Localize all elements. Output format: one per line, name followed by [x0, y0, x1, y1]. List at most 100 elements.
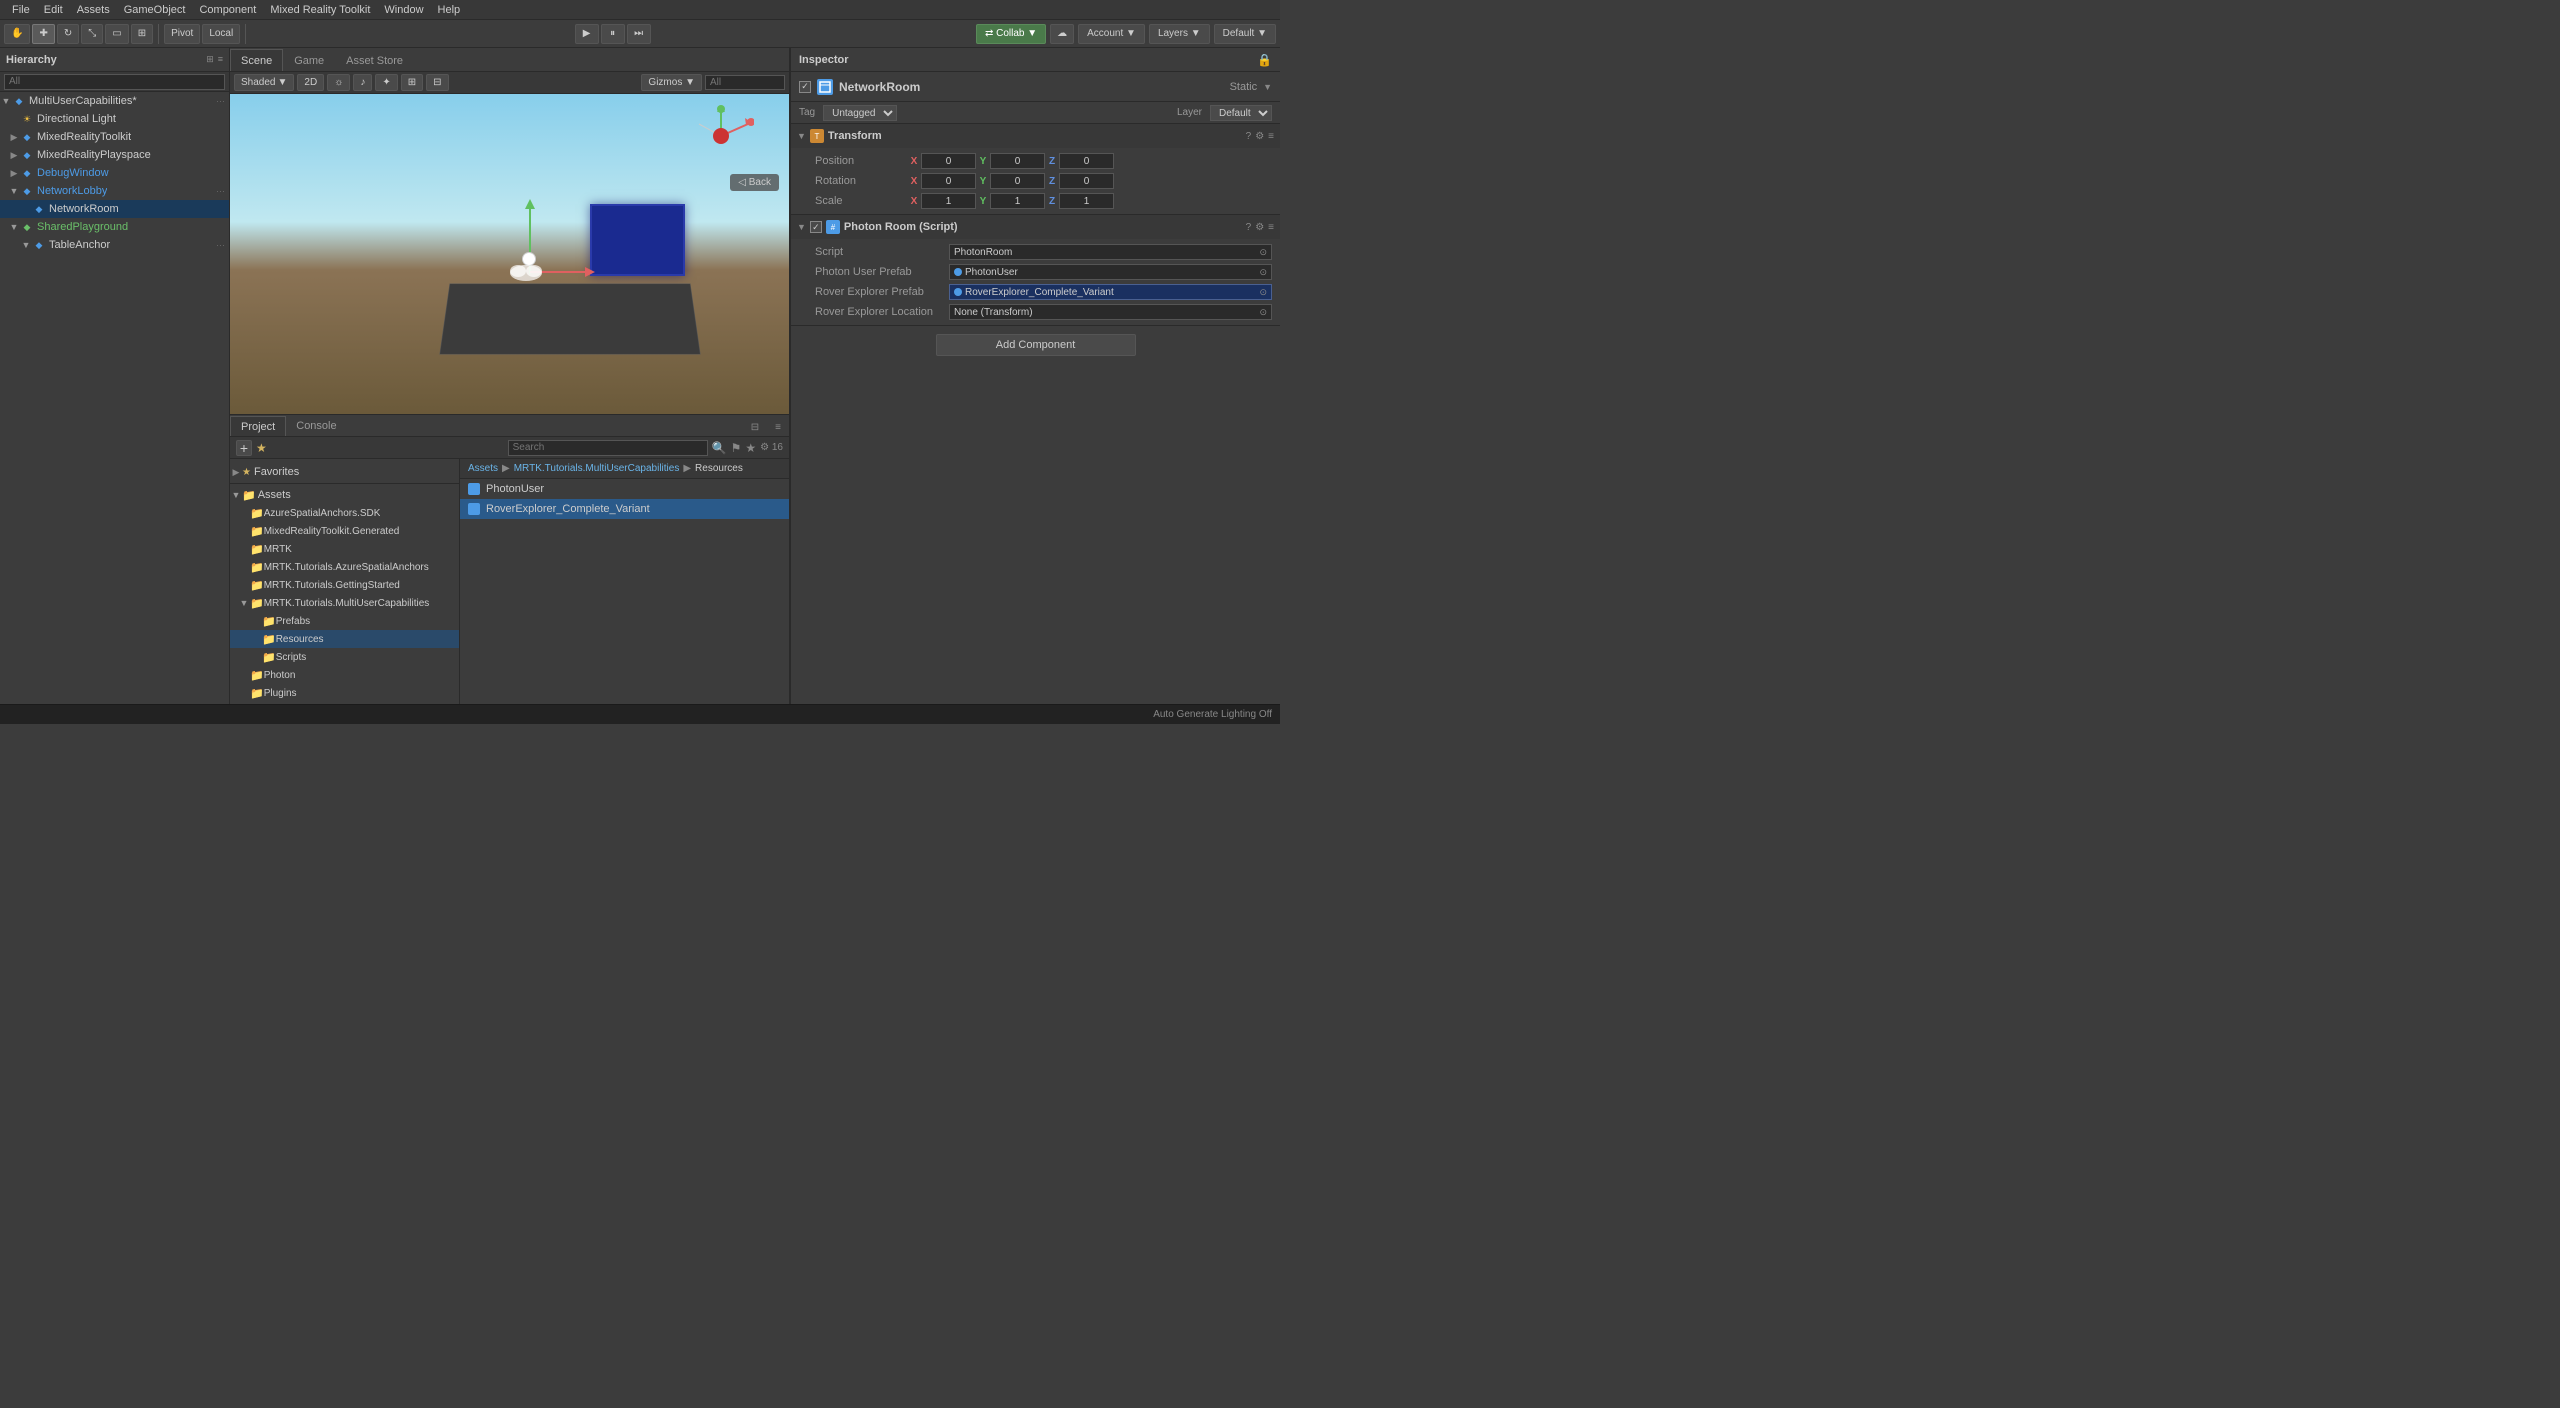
more-icon[interactable]: ⋯: [216, 240, 229, 251]
assets-root[interactable]: ▼ 📁 Assets: [230, 486, 459, 504]
hierarchy-item-tableanchor[interactable]: ▼ ◆ TableAnchor ⋯: [0, 236, 229, 254]
tab-scene[interactable]: Scene: [230, 49, 283, 71]
play-btn[interactable]: ▶: [575, 24, 599, 44]
tree-item-azure[interactable]: 📁 AzureSpatialAnchors.SDK: [230, 504, 459, 522]
menu-component[interactable]: Component: [193, 0, 262, 20]
add-btn[interactable]: +: [236, 440, 252, 456]
rover-location-field[interactable]: None (Transform) ⊙: [949, 304, 1272, 320]
rot-z-input[interactable]: [1059, 173, 1114, 189]
rot-x-input[interactable]: [921, 173, 976, 189]
menu-mrtk[interactable]: Mixed Reality Toolkit: [264, 0, 376, 20]
script-arrow[interactable]: ⊙: [1259, 267, 1267, 278]
scale-z-input[interactable]: [1059, 193, 1114, 209]
rot-y-input[interactable]: [990, 173, 1045, 189]
layers-btn[interactable]: Layers ▼: [1149, 24, 1210, 44]
tab-game[interactable]: Game: [283, 49, 335, 71]
2d-btn[interactable]: 2D: [297, 74, 324, 91]
help-icon[interactable]: ?: [1246, 131, 1252, 142]
pos-y-input[interactable]: [990, 153, 1045, 169]
hierarchy-item-networkroom[interactable]: ◆ NetworkRoom: [0, 200, 229, 218]
tab-assetstore[interactable]: Asset Store: [335, 49, 414, 71]
menu-assets[interactable]: Assets: [71, 0, 116, 20]
hierarchy-item-mrtk[interactable]: ▶ ◆ MixedRealityToolkit: [0, 128, 229, 146]
hierarchy-lock-icon[interactable]: ⊞: [206, 54, 214, 65]
photon-room-header[interactable]: ▼ ✓ # Photon Room (Script) ? ⚙ ≡: [791, 215, 1280, 239]
hierarchy-item-networklobby[interactable]: ▼ ◆ NetworkLobby ⋯: [0, 182, 229, 200]
hierarchy-item-multiuser[interactable]: ▼ ◆ MultiUserCapabilities* ⋯: [0, 92, 229, 110]
static-dropdown[interactable]: ▼: [1263, 82, 1272, 92]
step-btn[interactable]: ⏭: [627, 24, 651, 44]
script-field-value[interactable]: PhotonRoom ⊙: [949, 244, 1272, 260]
tab-project[interactable]: Project: [230, 416, 286, 436]
layer-select[interactable]: Default: [1210, 105, 1272, 121]
scale-y-input[interactable]: [990, 193, 1045, 209]
tree-item-mrtk-azure[interactable]: 📁 MRTK.Tutorials.AzureSpatialAnchors: [230, 558, 459, 576]
layout-btn[interactable]: Default ▼: [1214, 24, 1276, 44]
pivot-btn[interactable]: Pivot: [164, 24, 200, 44]
local-btn[interactable]: Local: [202, 24, 240, 44]
tool-move-btn[interactable]: ✚: [32, 24, 54, 44]
rover-prefab-field[interactable]: RoverExplorer_Complete_Variant ⊙: [949, 284, 1272, 300]
tree-item-prefabs[interactable]: 📁 Prefabs: [230, 612, 459, 630]
resource-item-photon[interactable]: PhotonUser: [460, 479, 789, 499]
collab-btn[interactable]: ⇄ Collab ▼: [976, 24, 1046, 44]
hierarchy-more-icon[interactable]: ≡: [218, 54, 223, 65]
more-icon[interactable]: ⋯: [216, 186, 229, 197]
cloud-btn[interactable]: ☁: [1050, 24, 1074, 44]
menu-help[interactable]: Help: [432, 0, 467, 20]
scene-back-btn[interactable]: ◁ Back: [730, 174, 779, 191]
more-icon[interactable]: ⋯: [216, 96, 229, 107]
photon-user-field[interactable]: PhotonUser ⊙: [949, 264, 1272, 280]
tree-item-mrtk[interactable]: 📁 MRTK: [230, 540, 459, 558]
tool-transform-btn[interactable]: ⊞: [131, 24, 153, 44]
favorites-item[interactable]: ▶ ★ Favorites: [230, 463, 459, 481]
menu-window[interactable]: Window: [378, 0, 429, 20]
lighting-btn[interactable]: ☼: [327, 74, 350, 91]
account-btn[interactable]: Account ▼: [1078, 24, 1145, 44]
minimize-btn[interactable]: ⊟: [743, 419, 767, 436]
more-btn[interactable]: ≡: [767, 419, 789, 436]
more-icon[interactable]: ≡: [1268, 131, 1274, 142]
more-icon[interactable]: ≡: [1268, 222, 1274, 233]
script-arrow[interactable]: ⊙: [1259, 287, 1267, 298]
shade-mode-btn[interactable]: Shaded ▼: [234, 74, 294, 91]
pos-x-input[interactable]: [921, 153, 976, 169]
settings-icon[interactable]: ⚙: [1255, 131, 1264, 142]
tool-rotate-btn[interactable]: ↻: [57, 24, 79, 44]
tree-item-scripts[interactable]: 📁 Scripts: [230, 648, 459, 666]
tool-scale-btn[interactable]: ⤡: [81, 24, 103, 44]
star-filter-icon[interactable]: ★: [745, 441, 756, 455]
settings-icon[interactable]: ⚙: [1255, 222, 1264, 233]
tree-item-mrtk-getting[interactable]: 📁 MRTK.Tutorials.GettingStarted: [230, 576, 459, 594]
tab-console[interactable]: Console: [286, 416, 346, 436]
hierarchy-item-sharedplayground[interactable]: ▼ ◆ SharedPlayground: [0, 218, 229, 236]
transform-header[interactable]: ▼ T Transform ? ⚙ ≡: [791, 124, 1280, 148]
tag-select[interactable]: Untagged: [823, 105, 897, 121]
tree-item-scenes[interactable]: 📁 Scenes: [230, 702, 459, 704]
fx-btn[interactable]: ✦: [375, 74, 397, 91]
filter-icon[interactable]: ⚑: [731, 441, 742, 455]
resource-item-rover[interactable]: RoverExplorer_Complete_Variant: [460, 499, 789, 519]
menu-file[interactable]: File: [6, 0, 36, 20]
scale-x-input[interactable]: [921, 193, 976, 209]
inspector-lock-icon[interactable]: 🔒: [1257, 53, 1272, 67]
hierarchy-search-input[interactable]: [4, 74, 225, 90]
tree-item-plugins[interactable]: 📁 Plugins: [230, 684, 459, 702]
tool-hand-btn[interactable]: ✋: [4, 24, 30, 44]
scene-search-input[interactable]: [705, 75, 785, 90]
hierarchy-item-playspace[interactable]: ▶ ◆ MixedRealityPlayspace: [0, 146, 229, 164]
obj-name-input[interactable]: [839, 80, 1224, 94]
pos-z-input[interactable]: [1059, 153, 1114, 169]
hierarchy-item-debugwindow[interactable]: ▶ ◆ DebugWindow: [0, 164, 229, 182]
tool-rect-btn[interactable]: ▭: [105, 24, 128, 44]
script-arrow[interactable]: ⊙: [1259, 247, 1267, 258]
tree-item-photon[interactable]: 📁 Photon: [230, 666, 459, 684]
obj-active-checkbox[interactable]: ✓: [799, 81, 811, 93]
script-arrow[interactable]: ⊙: [1259, 307, 1267, 318]
tree-item-resources[interactable]: 📁 Resources: [230, 630, 459, 648]
pause-btn[interactable]: ⏸: [601, 24, 625, 44]
add-component-btn[interactable]: Add Component: [936, 334, 1136, 356]
tree-item-mrtk-gen[interactable]: 📁 MixedRealityToolkit.Generated: [230, 522, 459, 540]
tree-item-mrtk-multi[interactable]: ▼ 📁 MRTK.Tutorials.MultiUserCapabilities: [230, 594, 459, 612]
comp-active-checkbox[interactable]: ✓: [810, 221, 822, 233]
